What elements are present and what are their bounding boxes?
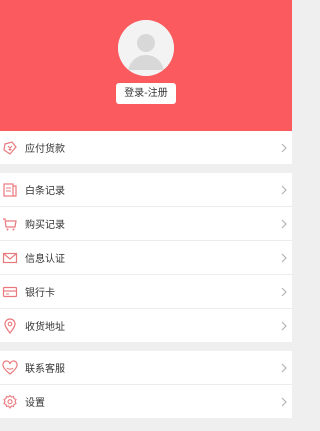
chevron-right-icon — [281, 397, 287, 406]
menu-item-purchase-records[interactable]: 购买记录 — [0, 207, 292, 241]
section-divider — [0, 342, 292, 351]
chevron-right-icon — [281, 253, 287, 262]
gear-icon — [1, 393, 19, 411]
chevron-right-icon — [281, 219, 287, 228]
envelope-icon — [1, 249, 19, 267]
receipt-icon — [1, 181, 19, 199]
menu-item-label: 设置 — [25, 398, 45, 409]
heart-icon — [1, 359, 19, 377]
menu-item-label: 银行卡 — [25, 288, 55, 299]
cart-icon — [1, 215, 19, 233]
menu-item-label: 应付货款 — [25, 144, 65, 155]
chevron-right-icon — [281, 363, 287, 372]
user-icon — [118, 20, 174, 76]
menu-item-iou-records[interactable]: 白条记录 — [0, 173, 292, 207]
menu-item-label: 购买记录 — [25, 220, 65, 231]
login-register-button[interactable]: 登录-注册 — [116, 83, 176, 104]
menu-item-label: 白条记录 — [25, 186, 65, 197]
profile-header: 登录-注册 — [0, 0, 292, 131]
chevron-right-icon — [281, 287, 287, 296]
menu-section-support: 联系客服 设置 — [0, 351, 292, 418]
card-icon — [1, 283, 19, 301]
menu-item-label: 收货地址 — [25, 322, 65, 333]
menu-item-shipping-address[interactable]: 收货地址 — [0, 309, 292, 342]
menu-item-settings[interactable]: 设置 — [0, 385, 292, 418]
menu-item-payable[interactable]: 应付货款 — [0, 131, 292, 164]
avatar[interactable] — [118, 20, 174, 76]
menu-item-label: 联系客服 — [25, 364, 65, 375]
chevron-right-icon — [281, 321, 287, 330]
menu-item-customer-service[interactable]: 联系客服 — [0, 351, 292, 385]
menu-section-records: 白条记录 购买记录 信息认证 银行卡 收货地址 — [0, 173, 292, 342]
menu-item-bank-card[interactable]: 银行卡 — [0, 275, 292, 309]
section-divider — [0, 164, 292, 173]
menu-section-payable: 应付货款 — [0, 131, 292, 164]
yen-tag-icon — [1, 139, 19, 157]
location-pin-icon — [1, 317, 19, 335]
chevron-right-icon — [281, 143, 287, 152]
chevron-right-icon — [281, 185, 287, 194]
menu-item-verification[interactable]: 信息认证 — [0, 241, 292, 275]
menu-item-label: 信息认证 — [25, 254, 65, 265]
